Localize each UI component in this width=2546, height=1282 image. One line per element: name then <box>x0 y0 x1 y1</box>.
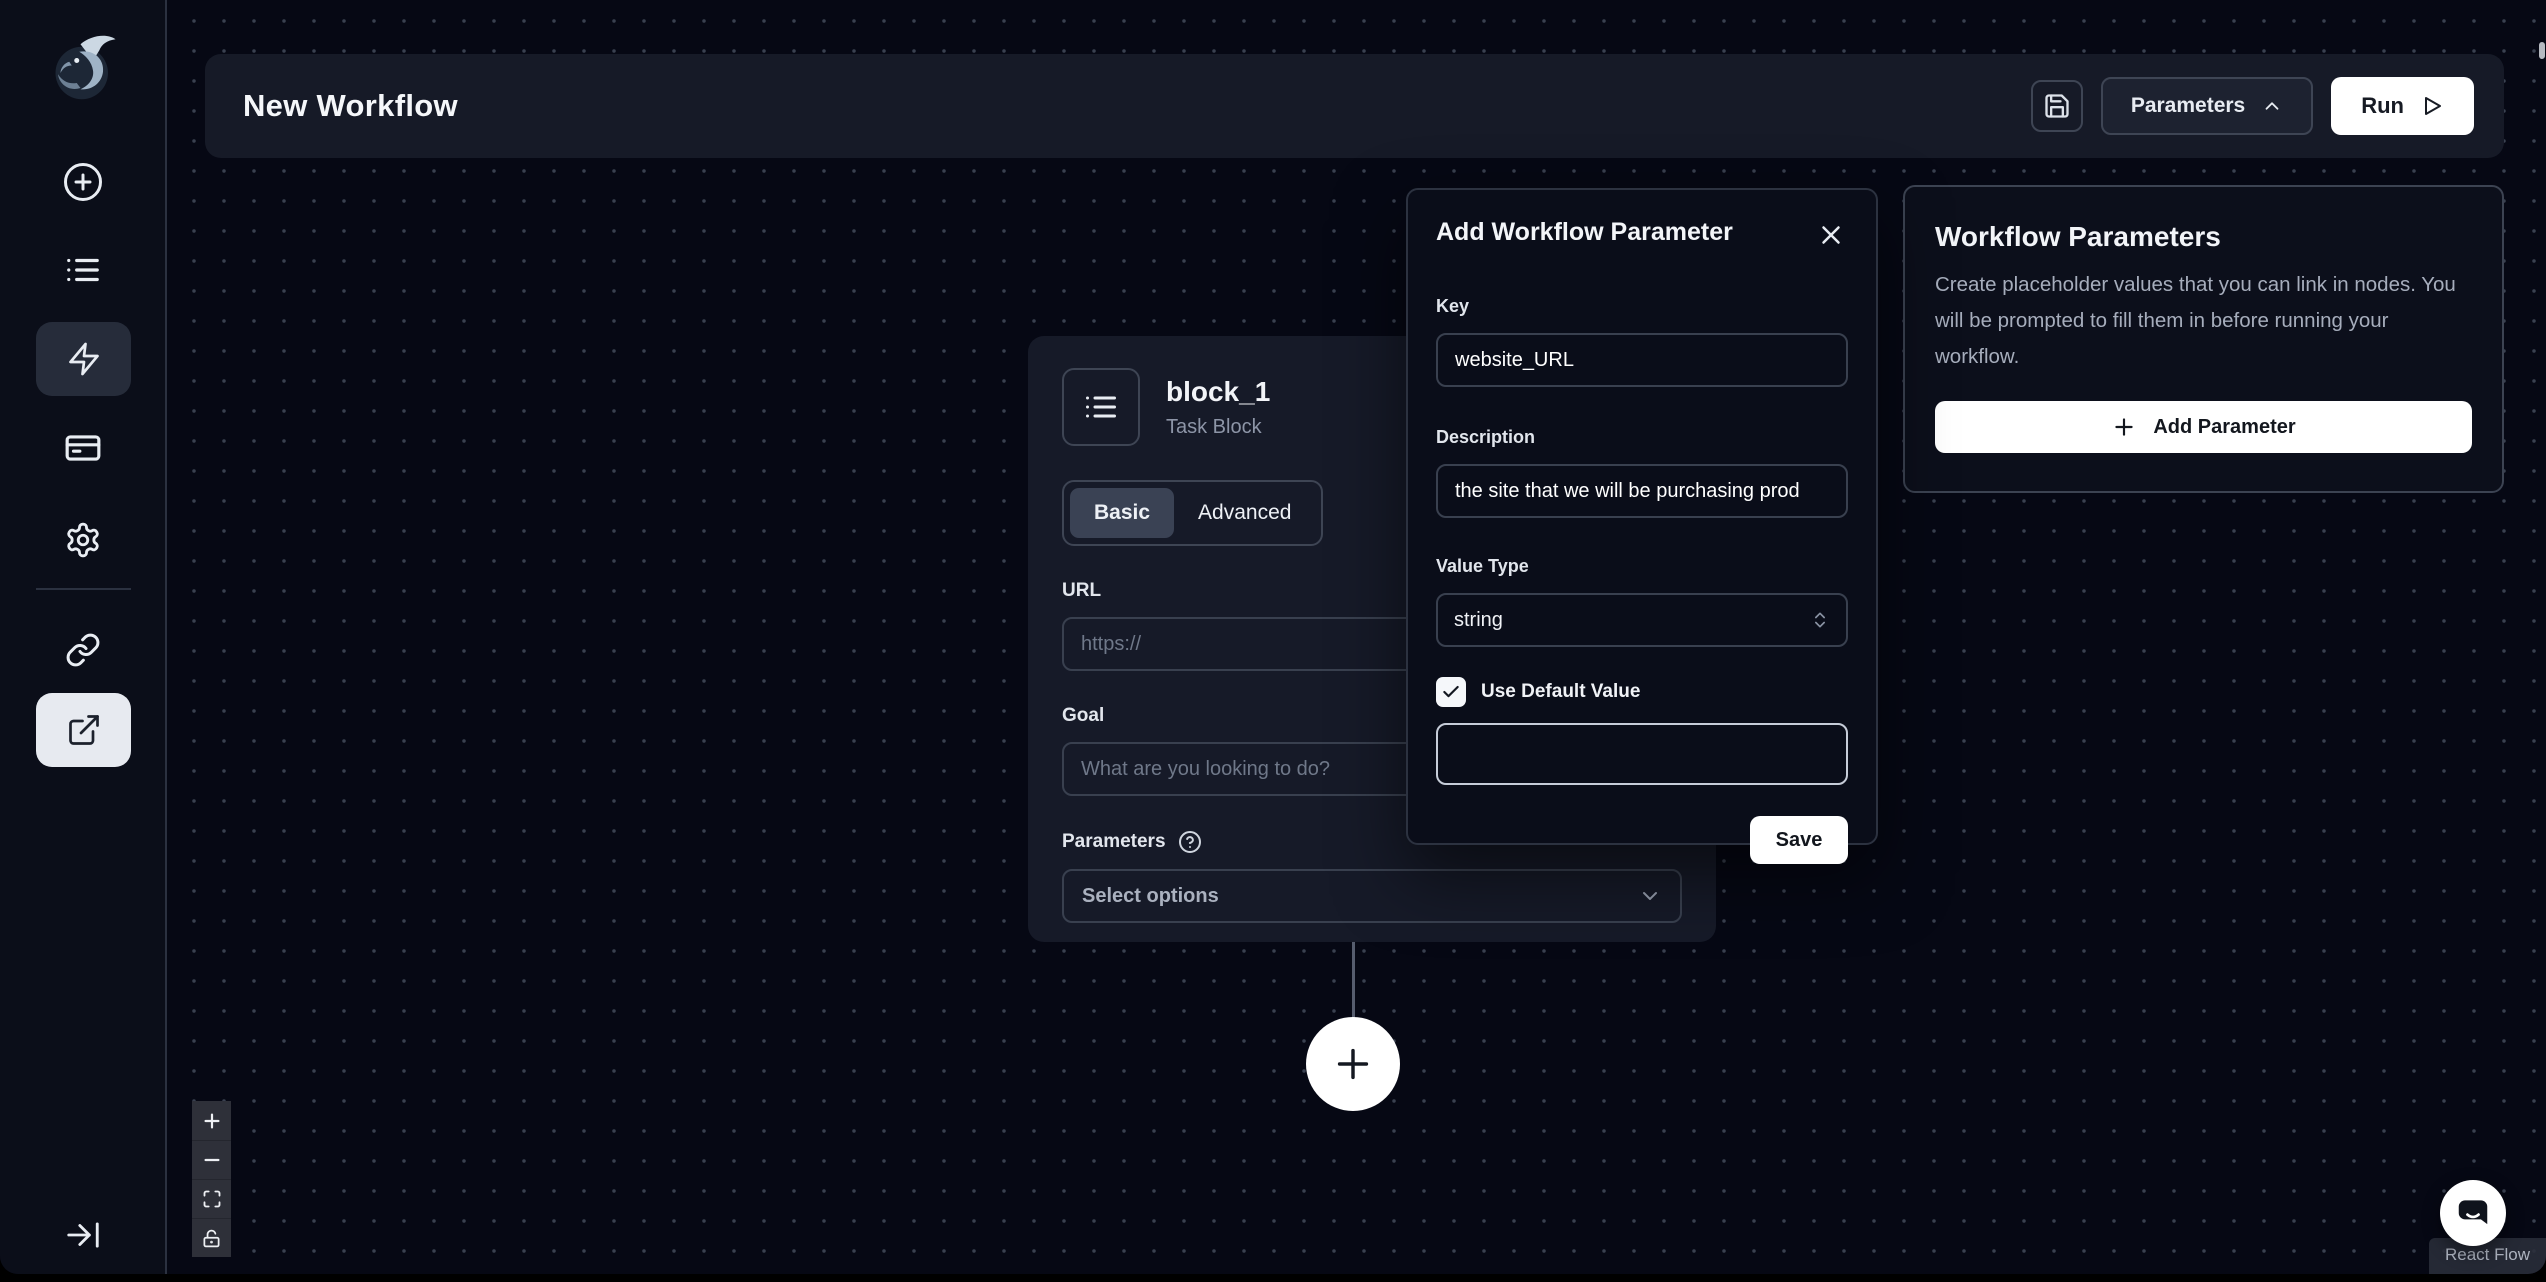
list-icon <box>1083 389 1119 425</box>
react-flow-attribution[interactable]: React Flow <box>2429 1238 2546 1274</box>
zoom-out-button[interactable] <box>192 1140 231 1179</box>
description-input[interactable] <box>1436 464 1848 518</box>
unlock-icon <box>202 1229 221 1248</box>
panel-description: Create placeholder values that you can l… <box>1935 267 2472 375</box>
default-value-textarea[interactable] <box>1436 723 1848 785</box>
save-workflow-button[interactable] <box>2031 80 2083 132</box>
parameters-select-placeholder: Select options <box>1082 885 1219 908</box>
help-circle-icon[interactable] <box>1178 830 1202 854</box>
sidebar-item-external-active[interactable] <box>36 693 131 767</box>
minus-icon <box>201 1149 223 1171</box>
dragon-logo[interactable] <box>43 28 123 108</box>
plus-icon <box>1330 1041 1376 1087</box>
list-icon <box>64 251 102 289</box>
chevron-down-icon <box>1638 884 1662 908</box>
link-icon <box>65 632 101 668</box>
use-default-value-label: Use Default Value <box>1481 681 1640 703</box>
block-tabs: Basic Advanced <box>1062 480 1323 546</box>
sidebar-item-settings[interactable] <box>57 514 109 566</box>
sidebar-item-create[interactable] <box>57 156 109 208</box>
value-type-select[interactable]: string <box>1436 593 1848 647</box>
chat-launcher-button[interactable] <box>2440 1180 2506 1246</box>
parameters-toggle-button[interactable]: Parameters <box>2101 77 2313 135</box>
block-type-label: Task Block <box>1166 416 1270 439</box>
close-modal-button[interactable] <box>1814 218 1848 252</box>
sidebar-item-link[interactable] <box>57 624 109 676</box>
modal-title: Add Workflow Parameter <box>1436 218 1733 247</box>
add-parameter-button[interactable]: Add Parameter <box>1935 401 2472 453</box>
arrow-right-to-line-icon <box>64 1216 102 1254</box>
expand-sidebar-button[interactable] <box>57 1209 109 1261</box>
workflow-parameters-panel: Workflow Parameters Create placeholder v… <box>1903 185 2504 493</box>
lock-toggle-button[interactable] <box>192 1218 231 1257</box>
fit-view-button[interactable] <box>192 1179 231 1218</box>
chat-bubble-icon <box>2454 1194 2492 1232</box>
run-button-label: Run <box>2361 93 2404 119</box>
parameters-button-label: Parameters <box>2131 94 2245 118</box>
run-workflow-button[interactable]: Run <box>2331 77 2474 135</box>
use-default-value-row[interactable]: Use Default Value <box>1436 677 1848 707</box>
close-icon <box>1816 220 1846 250</box>
plus-circle-icon <box>62 161 104 203</box>
plus-icon <box>2111 414 2137 440</box>
sidebar-item-workflows-active[interactable] <box>36 322 131 396</box>
gear-icon <box>64 521 102 559</box>
tab-basic[interactable]: Basic <box>1070 488 1174 538</box>
panel-title: Workflow Parameters <box>1935 221 2472 253</box>
chevrons-up-down-icon <box>1810 610 1830 630</box>
zoom-in-button[interactable] <box>192 1101 231 1140</box>
workflow-header: New Workflow Parameters Run <box>205 54 2504 158</box>
check-icon <box>1441 682 1461 702</box>
play-icon <box>2420 94 2444 118</box>
zap-icon <box>66 341 102 377</box>
sidebar-item-billing[interactable] <box>57 422 109 474</box>
value-type-label: Value Type <box>1436 556 1848 577</box>
workflow-builder-app: block_1 Task Block Basic Advanced URL Go… <box>0 0 2546 1274</box>
canvas-controls <box>192 1101 231 1257</box>
use-default-value-checkbox[interactable] <box>1436 677 1466 707</box>
credit-card-icon <box>64 429 102 467</box>
page-title: New Workflow <box>243 88 458 124</box>
add-parameter-label: Add Parameter <box>2153 416 2295 439</box>
app-sidebar <box>0 0 167 1274</box>
vertical-scrollbar-thumb[interactable] <box>2539 42 2545 59</box>
value-type-value: string <box>1454 609 1503 632</box>
parameters-select[interactable]: Select options <box>1062 869 1682 923</box>
sidebar-item-runs[interactable] <box>57 244 109 296</box>
external-link-icon <box>66 712 102 748</box>
key-input[interactable] <box>1436 333 1848 387</box>
maximize-icon <box>202 1189 222 1209</box>
description-label: Description <box>1436 427 1848 448</box>
chevron-up-icon <box>2261 95 2283 117</box>
key-label: Key <box>1436 296 1848 317</box>
sidebar-divider <box>36 588 131 590</box>
tab-advanced[interactable]: Advanced <box>1174 488 1315 538</box>
task-block-icon-box <box>1062 368 1140 446</box>
add-block-button[interactable] <box>1306 1017 1400 1111</box>
node-edge-line <box>1352 942 1355 1019</box>
plus-icon <box>201 1110 223 1132</box>
add-workflow-parameter-modal: Add Workflow Parameter Key Description V… <box>1406 188 1878 845</box>
save-icon <box>2043 92 2071 120</box>
parameters-label: Parameters <box>1062 831 1166 853</box>
block-title[interactable]: block_1 <box>1166 376 1270 408</box>
save-parameter-button[interactable]: Save <box>1750 816 1848 864</box>
